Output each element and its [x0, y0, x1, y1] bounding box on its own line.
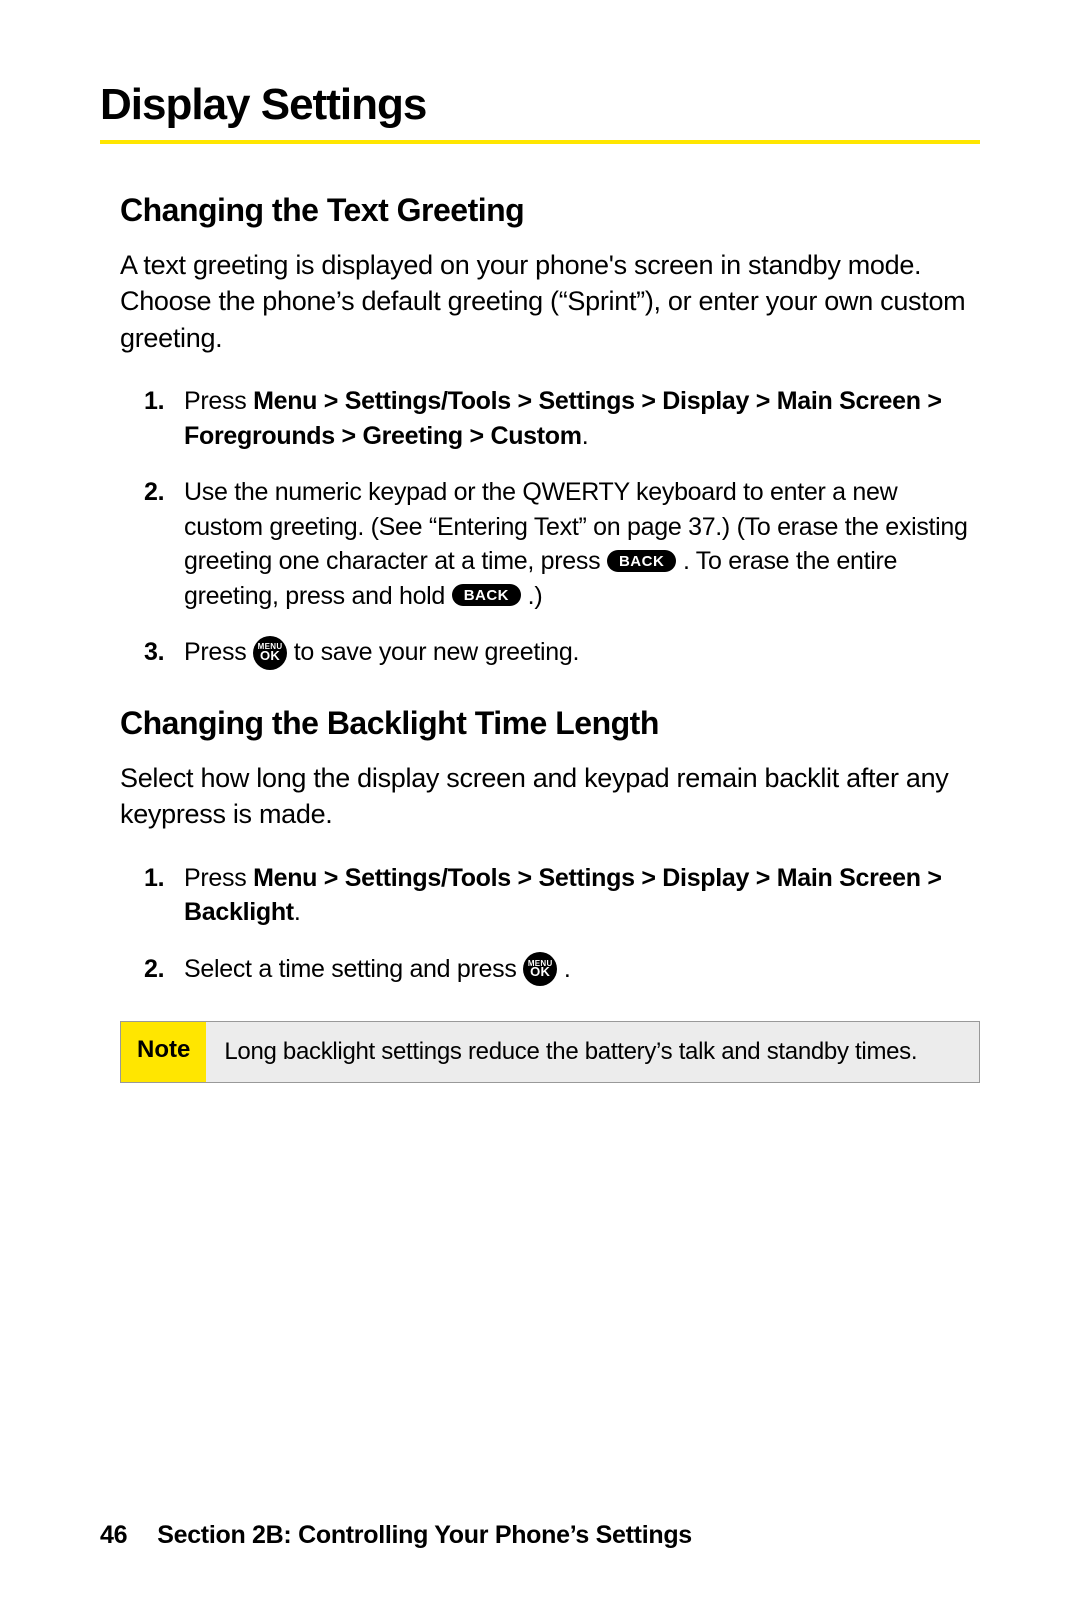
step-text-prefix: Press — [184, 864, 253, 892]
footer-section-text: Section 2B: Controlling Your Phone’s Set… — [157, 1521, 692, 1549]
step-number: 2. — [144, 475, 164, 510]
section-backlight-heading: Changing the Backlight Time Length — [120, 705, 980, 742]
backlight-intro: Select how long the display screen and k… — [120, 760, 980, 833]
note-label: Note — [121, 1022, 206, 1082]
menu-ok-key-icon: MENU OK — [253, 636, 287, 670]
note-callout: Note Long backlight settings reduce the … — [120, 1021, 980, 1083]
step-text-suffix: . — [294, 898, 301, 926]
back-key-icon: BACK — [452, 584, 521, 606]
greeting-steps: 1. Press Menu > Settings/Tools > Setting… — [120, 384, 980, 670]
page-number: 46 — [100, 1521, 127, 1549]
step-text-prefix: Press — [184, 387, 253, 415]
key-label-bottom: OK — [260, 651, 280, 661]
menu-ok-key-icon: MENU OK — [523, 952, 557, 986]
step-number: 3. — [144, 635, 164, 670]
page-title: Display Settings — [100, 80, 980, 144]
greeting-step-3: 3. Press MENU OK to save your new greeti… — [120, 635, 980, 670]
step-text-suffix: . — [582, 422, 589, 450]
back-key-icon: BACK — [607, 550, 676, 572]
step-number: 1. — [144, 861, 164, 896]
note-text: Long backlight settings reduce the batte… — [206, 1022, 979, 1082]
step-text: Select a time setting and press — [184, 955, 523, 983]
step-text: Press — [184, 638, 253, 666]
greeting-step-2: 2. Use the numeric keypad or the QWERTY … — [120, 475, 980, 613]
page-footer: 46 Section 2B: Controlling Your Phone’s S… — [100, 1521, 692, 1550]
greeting-intro: A text greeting is displayed on your pho… — [120, 247, 980, 356]
step-text: . — [557, 955, 570, 983]
step-number: 2. — [144, 952, 164, 987]
key-label-bottom: OK — [530, 967, 550, 977]
backlight-step-2: 2. Select a time setting and press MENU … — [120, 952, 980, 987]
section-greeting-heading: Changing the Text Greeting — [120, 192, 980, 229]
step-number: 1. — [144, 384, 164, 419]
step-menu-path: Menu > Settings/Tools > Settings > Displ… — [184, 387, 942, 450]
backlight-steps: 1. Press Menu > Settings/Tools > Setting… — [120, 861, 980, 987]
step-text: .) — [521, 582, 542, 610]
step-text: to save your new greeting. — [287, 638, 579, 666]
greeting-step-1: 1. Press Menu > Settings/Tools > Setting… — [120, 384, 980, 453]
backlight-step-1: 1. Press Menu > Settings/Tools > Setting… — [120, 861, 980, 930]
